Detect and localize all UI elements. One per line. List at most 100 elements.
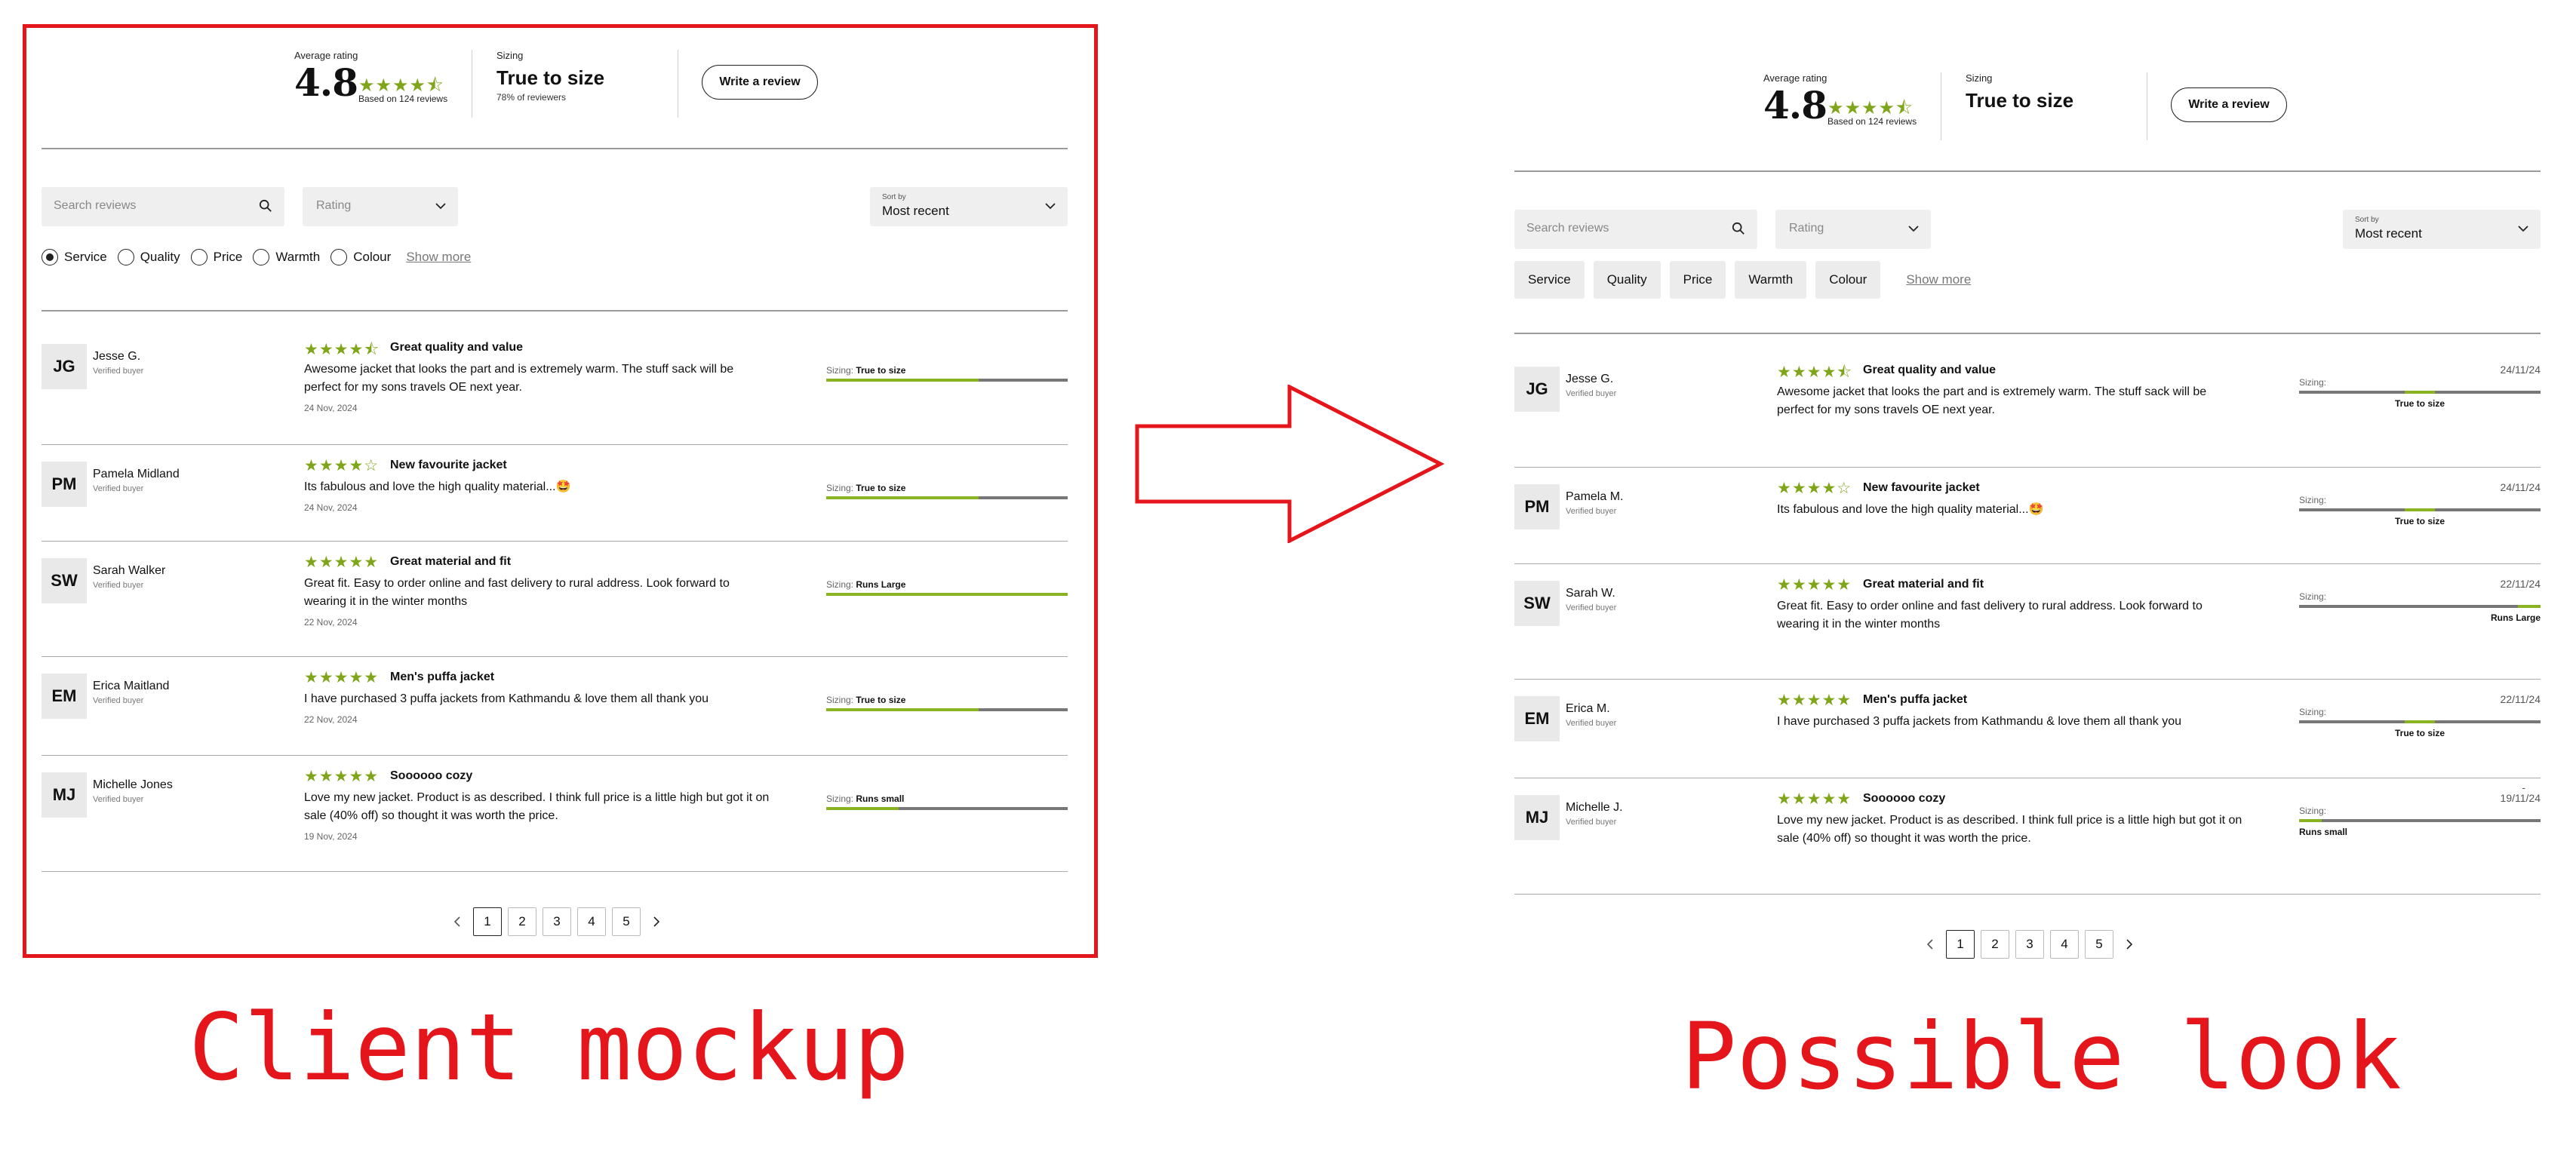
sizing-bar [826, 807, 1068, 810]
tag-radio-group: Service Quality Price Warmth Colour Show more [41, 246, 796, 269]
review-title: Soooooo cozy [1863, 792, 1946, 805]
tag-chip-colour[interactable]: Colour [1815, 261, 1881, 299]
verified-badge: Verified buyer [1566, 603, 1617, 612]
sizing-value: Runs small [2299, 827, 2348, 837]
review-body: I have purchased 3 puffa jackets from Ka… [1777, 715, 2182, 728]
sizing-value: Runs Large [856, 579, 906, 590]
review-title: New favourite jacket [1863, 481, 1980, 494]
show-more-link[interactable]: Show more [1906, 272, 1971, 287]
review-date: 19/11/24 [2500, 792, 2541, 804]
sizing-prefix: Sizing: [826, 695, 854, 705]
reviewer-name: Pamela Midland [93, 468, 180, 480]
tag-radio-colour[interactable]: Colour [330, 249, 391, 265]
tag-chip-warmth[interactable]: Warmth [1735, 261, 1807, 299]
tag-radio-price[interactable]: Price [190, 249, 243, 265]
search-icon [259, 199, 272, 212]
review-stars-icon: ★★★★★ [1777, 576, 1852, 594]
chevron-down-icon [2518, 226, 2528, 232]
reviewer-name: Pamela M. [1566, 490, 1624, 503]
sizing-bar [2299, 819, 2541, 822]
radio-label: Warmth [275, 250, 321, 264]
sizing-prefix: Sizing: [2299, 806, 2327, 816]
divider [41, 755, 1068, 756]
review-stars-icon: ★★★★☆ [1777, 480, 1852, 497]
sizing-bar [826, 708, 1068, 711]
sizing-marker [2405, 508, 2435, 511]
chevron-right-icon [653, 916, 660, 927]
next-page-button[interactable] [647, 913, 665, 931]
tag-radio-warmth[interactable]: Warmth [253, 249, 320, 265]
tag-chip-quality[interactable]: Quality [1593, 261, 1661, 299]
review-title: Men's puffa jacket [1863, 693, 1968, 706]
write-review-button[interactable]: Write a review [702, 65, 818, 100]
write-review-button[interactable]: Write a review [2171, 87, 2287, 122]
caption-client-mockup: Client mockup [189, 994, 909, 1101]
sizing-bar [2299, 508, 2541, 511]
sizing-value: True to size [2394, 398, 2445, 409]
page-button-1[interactable]: 1 [1946, 930, 1975, 959]
sizing-label: Sizing: True to size [826, 483, 905, 493]
review-row: MJ Michelle Jones Verified buyer ★★★★★ Soooo… [41, 765, 1068, 863]
next-page-button[interactable] [2120, 935, 2138, 953]
tag-radio-quality[interactable]: Quality [117, 249, 180, 265]
reviewer-name: Sarah Walker [93, 564, 166, 577]
sizing-value: True to size [856, 483, 906, 493]
average-rating-value: 4.8 [1763, 83, 1827, 127]
page-button-3[interactable]: 3 [2015, 930, 2044, 959]
verified-badge: Verified buyer [93, 696, 144, 705]
tag-radio-service[interactable]: Service [41, 249, 107, 265]
page-button-2[interactable]: 2 [1981, 930, 2009, 959]
radio-circle-icon [41, 249, 58, 265]
average-rating-value: 4.8 [294, 60, 358, 105]
review-date: 22/11/24 [2500, 578, 2541, 590]
rating-dropdown[interactable]: Rating [303, 187, 458, 226]
review-date: 24 Nov, 2024 [304, 502, 358, 513]
sizing-marker [2518, 605, 2541, 608]
sort-dropdown[interactable]: Sort by Most recent [2343, 210, 2541, 249]
page-button-4[interactable]: 4 [577, 907, 606, 936]
sizing-bar [2299, 391, 2541, 394]
show-more-link[interactable]: Show more [406, 250, 471, 265]
page-button-1[interactable]: 1 [473, 907, 502, 936]
sizing-prefix: Sizing: [2299, 591, 2327, 602]
average-rating-label: Average rating [294, 50, 358, 61]
radio-circle-icon [117, 249, 134, 265]
prev-page-button[interactable] [1922, 935, 1940, 953]
page-button-4[interactable]: 4 [2050, 930, 2079, 959]
avatar: MJ [41, 772, 87, 818]
prev-page-button[interactable] [449, 913, 467, 931]
sizing-value: True to size [496, 66, 605, 89]
tag-chip-price[interactable]: Price [1669, 261, 1726, 299]
sizing-value: True to size [2394, 516, 2445, 526]
page-button-3[interactable]: 3 [543, 907, 571, 936]
divider [1514, 894, 2541, 895]
filter-bar: Search reviews Rating Sort by Most recen… [1514, 210, 2541, 249]
verified-badge: Verified buyer [93, 484, 144, 493]
search-input[interactable]: Search reviews [1514, 210, 1757, 249]
sizing-label: Sizing: Runs small [826, 793, 904, 804]
sizing-bar-fill [826, 807, 899, 810]
review-stars-icon: ★★★★★ [1777, 692, 1852, 709]
page-button-2[interactable]: 2 [508, 907, 536, 936]
rating-dropdown[interactable]: Rating [1775, 210, 1931, 249]
sort-dropdown[interactable]: Sort by Most recent [870, 187, 1068, 226]
verified-badge: Verified buyer [1566, 389, 1617, 398]
divider [1514, 563, 2541, 564]
radio-label: Quality [140, 250, 180, 264]
page-button-5[interactable]: 5 [612, 907, 641, 936]
avatar: MJ [1514, 795, 1560, 840]
divider [41, 148, 1068, 149]
sort-label: Sort by [882, 193, 906, 201]
sizing-prefix: Sizing: [2299, 495, 2327, 505]
review-title: Great quality and value [1863, 364, 1997, 376]
radio-label: Price [213, 250, 243, 264]
review-stars-icon: ★★★★☆ [304, 457, 380, 474]
tag-chip-group: Service Quality Price Warmth Colour Show more [1514, 261, 2269, 299]
search-input[interactable]: Search reviews [41, 187, 284, 226]
page-button-5[interactable]: 5 [2085, 930, 2113, 959]
sizing-value: Runs Large [2490, 612, 2541, 623]
review-title: Men's puffa jacket [390, 671, 495, 683]
tag-chip-service[interactable]: Service [1514, 261, 1585, 299]
sizing-label: Sizing [1966, 72, 1993, 84]
possible-look-panel: Average rating 4.8 ★★★★⯪ Based on 124 re… [1511, 59, 2544, 1017]
